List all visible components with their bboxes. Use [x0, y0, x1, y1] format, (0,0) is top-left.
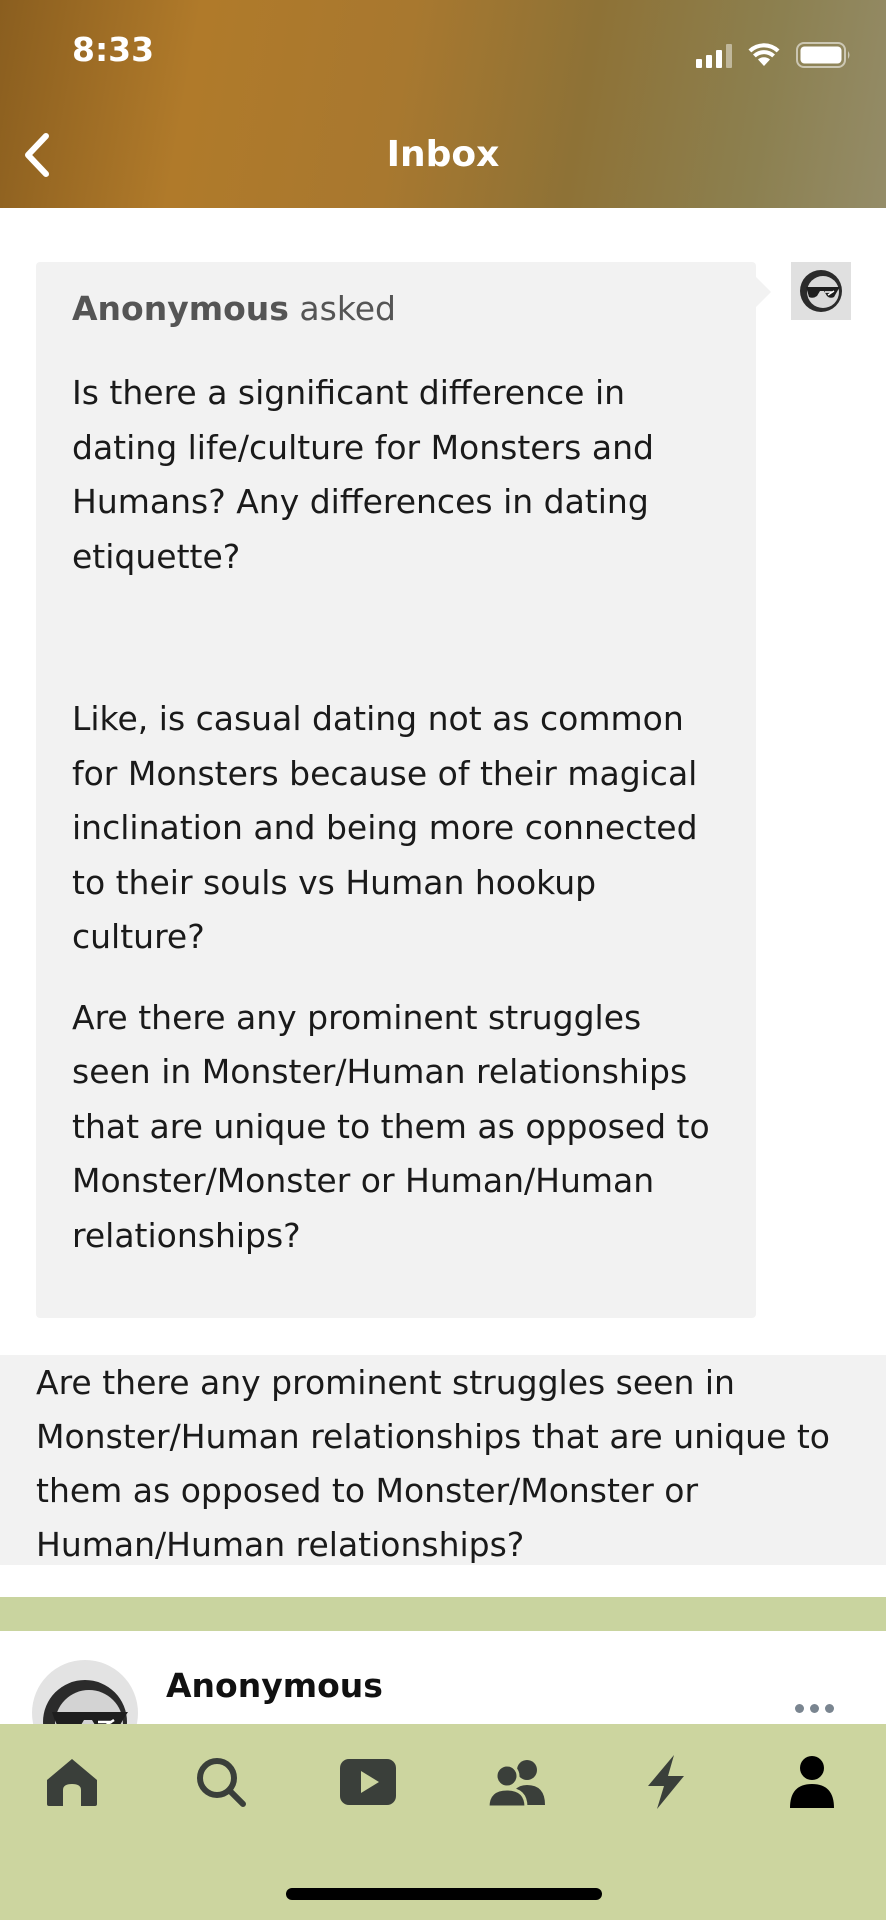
battery-icon: [796, 42, 850, 68]
answer-text: Are there any prominent struggles seen i…: [36, 1363, 830, 1564]
ask-paragraph: Is there a significant difference in dat…: [72, 373, 654, 576]
tab-activity[interactable]: [636, 1752, 696, 1812]
asker-avatar[interactable]: [791, 262, 851, 320]
status-icons: [696, 38, 852, 68]
asker-line: Anonymous asked: [72, 286, 720, 332]
tab-account[interactable]: [782, 1752, 842, 1812]
page-title: Inbox: [386, 134, 500, 175]
ask-paragraph: Are there any prominent struggles seen i…: [72, 997, 710, 1255]
tab-community[interactable]: [487, 1752, 547, 1812]
post-divider-band: [0, 1597, 886, 1631]
more-options-icon[interactable]: [795, 1704, 834, 1713]
tab-home[interactable]: [42, 1752, 102, 1812]
tab-video[interactable]: [338, 1752, 398, 1812]
tab-search[interactable]: [191, 1752, 251, 1812]
account-icon: [790, 1756, 834, 1808]
bubble-tail: [756, 277, 771, 307]
app-header: 8:33 Inbox: [0, 0, 886, 208]
asked-label: asked: [299, 289, 397, 328]
home-indicator[interactable]: [286, 1888, 602, 1900]
asker-name[interactable]: Anonymous: [72, 289, 289, 328]
anonymous-sunglasses-icon: [800, 270, 842, 312]
home-icon: [47, 1759, 97, 1806]
cellular-signal-icon: [696, 44, 732, 68]
lightning-bolt-icon: [648, 1755, 684, 1809]
video-icon: [340, 1759, 396, 1805]
search-icon: [197, 1758, 246, 1807]
answer-block: Are there any prominent struggles seen i…: [0, 1355, 886, 1565]
wifi-icon: [748, 43, 780, 66]
post-author-name[interactable]: Anonymous: [166, 1666, 383, 1705]
ask-bubble: Anonymous asked Is there a significant d…: [36, 262, 756, 1318]
status-time: 8:33: [72, 30, 155, 69]
community-icon: [487, 1760, 545, 1807]
ask-paragraph: Like, is casual dating not as common for…: [72, 699, 698, 956]
